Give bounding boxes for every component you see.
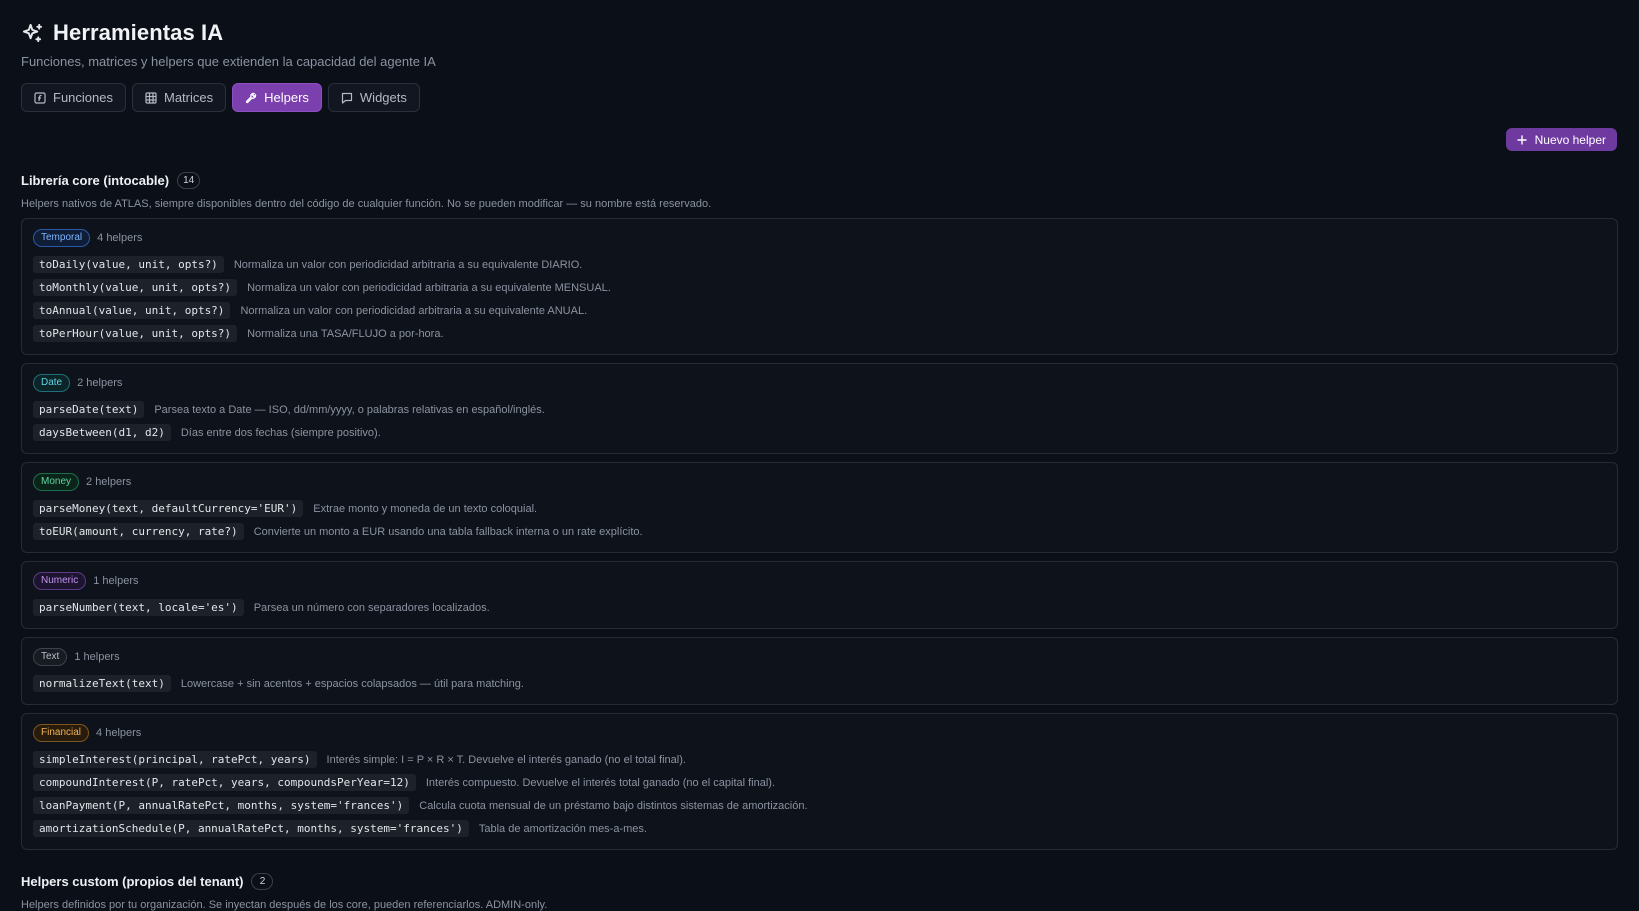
grid-icon [145, 91, 157, 104]
helper-group-financial: Financial 4 helpers simpleInterest(princ… [21, 713, 1618, 850]
helper-row: simpleInterest(principal, ratePct, years… [33, 748, 1606, 771]
helper-signature[interactable]: amortizationSchedule(P, annualRatePct, m… [33, 820, 469, 837]
helper-description: Normaliza un valor con periodicidad arbi… [240, 304, 588, 317]
tab-funciones-label: Funciones [53, 90, 113, 105]
group-header: Text 1 helpers [33, 647, 1606, 666]
new-helper-label: Nuevo helper [1534, 132, 1606, 147]
plus-icon [1516, 134, 1527, 145]
group-header: Date 2 helpers [33, 373, 1606, 392]
category-badge: Text [33, 647, 68, 666]
category-badge: Temporal [33, 228, 91, 247]
helper-row: toDaily(value, unit, opts?) Normaliza un… [33, 253, 1606, 276]
custom-section-description: Helpers definidos por tu organización. S… [21, 899, 548, 911]
tab-widgets[interactable]: Widgets [327, 83, 420, 112]
custom-section-title: Helpers custom (propios del tenant) [21, 874, 244, 889]
group-count: 1 helpers [93, 574, 139, 587]
custom-section-header: Helpers custom (propios del tenant) 2 [21, 873, 1618, 890]
helper-description: Interés simple: I = P × R × T. Devuelve … [326, 753, 686, 766]
group-count: 4 helpers [96, 726, 142, 739]
helper-description: Normaliza un valor con periodicidad arbi… [233, 258, 583, 271]
group-header: Temporal 4 helpers [33, 228, 1606, 247]
helper-row: daysBetween(d1, d2) Días entre dos fecha… [33, 421, 1606, 444]
category-badge: Financial [33, 723, 90, 742]
tab-bar: Funciones Matrices Helpers Widgets [21, 83, 1618, 112]
helper-signature[interactable]: compoundInterest(P, ratePct, years, comp… [33, 774, 416, 791]
helper-row: loanPayment(P, annualRatePct, months, sy… [33, 794, 1606, 817]
tab-funciones[interactable]: Funciones [21, 83, 126, 112]
helper-group-money: Money 2 helpers parseMoney(text, default… [21, 462, 1618, 553]
helper-description: Normaliza una TASA/FLUJO a por-hora. [247, 327, 444, 340]
new-helper-button[interactable]: Nuevo helper [1505, 128, 1617, 151]
page-subtitle: Funciones, matrices y helpers que extien… [21, 54, 436, 69]
helper-description: Convierte un monto a EUR usando una tabl… [253, 525, 643, 538]
group-count: 2 helpers [86, 475, 132, 488]
core-section-title: Librería core (intocable) [21, 173, 170, 188]
helper-row: parseNumber(text, locale='es') Parsea un… [33, 596, 1606, 619]
group-count: 1 helpers [74, 650, 120, 663]
wrench-icon [245, 92, 257, 103]
category-badge: Money [33, 472, 80, 491]
helper-signature[interactable]: toPerHour(value, unit, opts?) [33, 325, 238, 342]
helper-row: parseMoney(text, defaultCurrency='EUR') … [33, 497, 1606, 520]
tab-helpers-label: Helpers [264, 90, 309, 105]
helper-description: Días entre dos fechas (siempre positivo)… [180, 426, 381, 439]
helper-row: toMonthly(value, unit, opts?) Normaliza … [33, 276, 1606, 299]
helper-group-temporal: Temporal 4 helpers toDaily(value, unit, … [21, 218, 1618, 355]
helper-row: toPerHour(value, unit, opts?) Normaliza … [33, 322, 1606, 345]
helper-description: Parsea un número con separadores localiz… [253, 601, 490, 614]
helper-row: toEUR(amount, currency, rate?) Convierte… [33, 520, 1606, 543]
tab-widgets-label: Widgets [359, 90, 407, 105]
sparkles-icon [22, 23, 43, 42]
helper-group-date: Date 2 helpers parseDate(text) Parsea te… [21, 363, 1618, 454]
core-section-description: Helpers nativos de ATLAS, siempre dispon… [21, 198, 712, 210]
helper-signature[interactable]: parseMoney(text, defaultCurrency='EUR') [33, 500, 304, 517]
helper-description: Parsea texto a Date — ISO, dd/mm/yyyy, o… [154, 403, 545, 416]
group-header: Money 2 helpers [33, 472, 1606, 491]
helper-description: Interés compuesto. Devuelve el interés t… [425, 776, 776, 789]
helper-row: parseDate(text) Parsea texto a Date — IS… [33, 398, 1606, 421]
helper-group-numeric: Numeric 1 helpers parseNumber(text, loca… [21, 561, 1618, 629]
helper-row: amortizationSchedule(P, annualRatePct, m… [33, 817, 1606, 840]
helper-description: Normaliza un valor con periodicidad arbi… [247, 281, 611, 294]
custom-count-badge: 2 [251, 873, 274, 890]
group-count: 2 helpers [77, 376, 123, 389]
helper-signature[interactable]: loanPayment(P, annualRatePct, months, sy… [33, 797, 410, 814]
category-badge: Numeric [33, 571, 87, 590]
page: Herramientas IA Funciones, matrices y he… [0, 0, 1639, 911]
helper-description: Calcula cuota mensual de un préstamo baj… [419, 799, 808, 812]
tab-helpers[interactable]: Helpers [232, 83, 322, 112]
group-header: Numeric 1 helpers [33, 571, 1606, 590]
chat-icon [341, 92, 353, 104]
helper-description: Lowercase + sin acentos + espacios colap… [180, 677, 524, 690]
tab-matrices[interactable]: Matrices [131, 83, 227, 112]
helper-description: Extrae monto y moneda de un texto coloqu… [313, 502, 538, 515]
helper-signature[interactable]: toEUR(amount, currency, rate?) [33, 523, 244, 540]
helper-signature[interactable]: toDaily(value, unit, opts?) [33, 256, 224, 273]
function-icon [34, 91, 46, 104]
helper-signature[interactable]: normalizeText(text) [33, 675, 171, 692]
helper-signature[interactable]: daysBetween(d1, d2) [33, 424, 171, 441]
helper-signature[interactable]: parseNumber(text, locale='es') [33, 599, 244, 616]
page-header: Herramientas IA Funciones, matrices y he… [21, 0, 1618, 69]
helper-signature[interactable]: toMonthly(value, unit, opts?) [33, 279, 238, 296]
helper-signature[interactable]: toAnnual(value, unit, opts?) [33, 302, 231, 319]
helper-signature[interactable]: simpleInterest(principal, ratePct, years… [33, 751, 317, 768]
helper-row: normalizeText(text) Lowercase + sin acen… [33, 672, 1606, 695]
group-count: 4 helpers [97, 231, 143, 244]
group-header: Financial 4 helpers [33, 723, 1606, 742]
helper-row: toAnnual(value, unit, opts?) Normaliza u… [33, 299, 1606, 322]
page-title: Herramientas IA [53, 20, 224, 45]
category-badge: Date [33, 373, 71, 392]
helper-group-text: Text 1 helpers normalizeText(text) Lower… [21, 637, 1618, 705]
core-count-badge: 14 [177, 172, 201, 189]
core-section-header: Librería core (intocable) 14 [21, 172, 1618, 189]
helper-row: compoundInterest(P, ratePct, years, comp… [33, 771, 1606, 794]
helper-description: Tabla de amortización mes-a-mes. [478, 822, 647, 835]
tab-matrices-label: Matrices [163, 90, 214, 105]
title-row: Herramientas IA [21, 18, 1618, 48]
helper-signature[interactable]: parseDate(text) [33, 401, 145, 418]
